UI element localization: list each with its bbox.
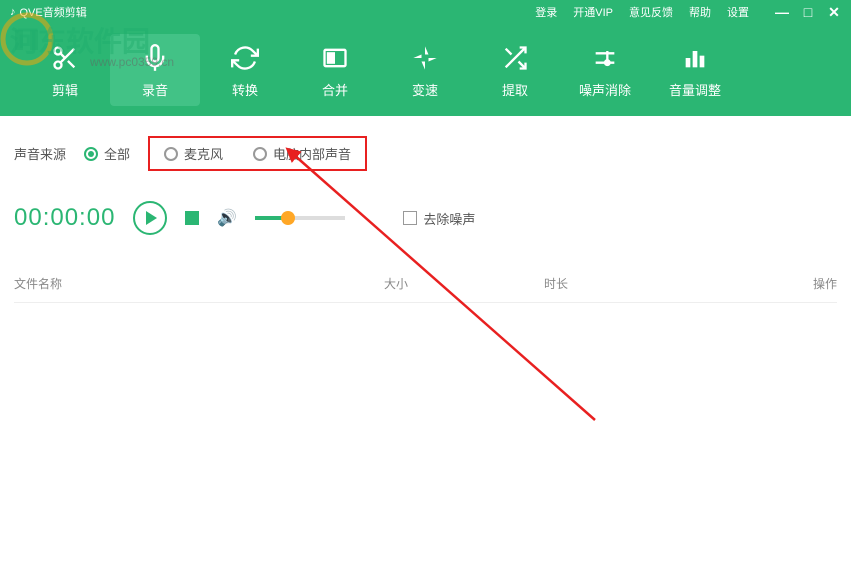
audio-source-row: 声音来源 全部 麦克风 电脑内部声音: [14, 136, 837, 171]
help-link[interactable]: 帮助: [689, 4, 711, 20]
feedback-link[interactable]: 意见反馈: [629, 4, 673, 20]
radio-mic[interactable]: 麦克风: [164, 144, 223, 163]
volume-fill: [255, 216, 282, 220]
tool-volume[interactable]: 音量调整: [650, 34, 740, 106]
tool-label: 转换: [232, 80, 258, 99]
playback-controls: 00:00:00 🔊 去除噪声: [14, 201, 837, 235]
radio-internal[interactable]: 电脑内部声音: [253, 144, 351, 163]
refresh-icon: [229, 42, 261, 74]
tool-convert[interactable]: 转换: [200, 34, 290, 106]
tool-merge[interactable]: 合并: [290, 34, 380, 106]
titlebar: ♪ QVE音频剪辑 登录 开通VIP 意见反馈 帮助 设置 — □ ✕: [0, 0, 851, 24]
checkbox-label: 去除噪声: [423, 209, 475, 228]
denoise-checkbox[interactable]: 去除噪声: [403, 209, 475, 228]
source-label: 声音来源: [14, 144, 66, 163]
settings-link[interactable]: 设置: [727, 4, 749, 20]
radio-label: 麦克风: [184, 144, 223, 163]
tool-denoise[interactable]: 噪声消除: [560, 34, 650, 106]
checkbox-icon: [403, 211, 417, 225]
merge-icon: [319, 42, 351, 74]
microphone-icon: [139, 42, 171, 74]
maximize-button[interactable]: □: [801, 4, 815, 21]
radio-circle-icon: [164, 147, 178, 161]
stop-button[interactable]: [185, 211, 199, 225]
minimize-button[interactable]: —: [775, 4, 789, 21]
tool-label: 噪声消除: [579, 80, 631, 99]
radio-circle-icon: [253, 147, 267, 161]
tool-extract[interactable]: 提取: [470, 34, 560, 106]
equalizer-icon: [679, 42, 711, 74]
tool-label: 音量调整: [669, 80, 721, 99]
volume-slider[interactable]: [255, 216, 345, 220]
radio-label: 全部: [104, 144, 130, 163]
tool-record[interactable]: 录音: [110, 34, 200, 106]
th-filename: 文件名称: [14, 275, 384, 292]
speed-icon: [409, 42, 441, 74]
timer-display: 00:00:00: [14, 204, 115, 232]
th-action: 操作: [744, 275, 837, 292]
play-icon: [146, 211, 157, 225]
radio-circle-icon: [84, 147, 98, 161]
close-button[interactable]: ✕: [827, 4, 841, 21]
login-link[interactable]: 登录: [535, 4, 557, 20]
volume-icon: 🔊: [217, 208, 237, 228]
radio-label: 电脑内部声音: [273, 144, 351, 163]
tool-label: 合并: [322, 80, 348, 99]
tool-label: 录音: [142, 80, 168, 99]
tool-label: 变速: [412, 80, 438, 99]
vip-link[interactable]: 开通VIP: [573, 4, 613, 20]
th-duration: 时长: [544, 275, 744, 292]
tool-speed[interactable]: 变速: [380, 34, 470, 106]
radio-all[interactable]: 全部: [84, 144, 130, 163]
denoise-icon: [589, 42, 621, 74]
toolbar: 剪辑 录音 转换 合并 变速 提取 噪声消除: [0, 24, 851, 116]
shuffle-icon: [499, 42, 531, 74]
play-button[interactable]: [133, 201, 167, 235]
file-table-header: 文件名称 大小 时长 操作: [14, 265, 837, 303]
highlight-annotation: 麦克风 电脑内部声音: [148, 136, 367, 171]
tool-label: 提取: [502, 80, 528, 99]
tool-label: 剪辑: [52, 80, 78, 99]
th-size: 大小: [384, 275, 544, 292]
volume-thumb[interactable]: [281, 211, 295, 225]
